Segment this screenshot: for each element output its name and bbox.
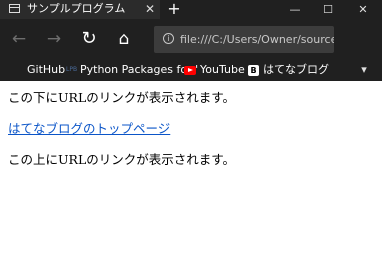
page-icon — [9, 4, 20, 13]
favorite-github[interactable]: GitHub — [27, 59, 65, 81]
page-content: この下にURLのリンクが表示されます。 はてなブログのトップページ この上にUR… — [0, 81, 382, 277]
youtube-icon — [184, 65, 196, 75]
favorites-bar: GitHub LPB Python Packages for ' YouTube … — [0, 59, 382, 81]
forward-button[interactable]: → — [42, 27, 66, 51]
toolbar: ← → ↻ ⌂ i file:///C:/Users/Owner/source/… — [0, 19, 382, 59]
favorite-label: GitHub — [27, 63, 66, 76]
maximize-button[interactable]: ☐ — [313, 0, 343, 19]
favorite-python-packages[interactable]: LPB Python Packages for ' — [66, 59, 198, 81]
tab-active[interactable]: サンプルプログラム ✕ — [0, 0, 160, 19]
window-close-button[interactable]: ✕ — [348, 0, 378, 19]
favorite-label: YouTube — [200, 63, 245, 76]
tab-close-icon[interactable]: ✕ — [142, 0, 158, 19]
minimize-button[interactable]: — — [280, 0, 310, 19]
refresh-button[interactable]: ↻ — [77, 27, 101, 51]
new-tab-button[interactable]: + — [165, 0, 183, 19]
tab-title: サンプルプログラム — [27, 2, 126, 15]
home-button[interactable]: ⌂ — [112, 27, 136, 51]
favorite-youtube[interactable]: YouTube — [184, 59, 245, 81]
address-bar[interactable]: i file:///C:/Users/Owner/source/re — [154, 26, 334, 53]
text-line-below: この上にURLのリンクが表示されます。 — [8, 152, 235, 167]
hatena-blog-icon: B — [248, 64, 259, 76]
favorite-label: はてなブログ — [263, 63, 329, 76]
tab-strip: サンプルプログラム ✕ + — ☐ ✕ — [0, 0, 382, 19]
favorite-hatena-blog[interactable]: B はてなブログ — [248, 59, 329, 81]
pypi-icon: LPB — [66, 66, 78, 73]
info-icon[interactable]: i — [163, 33, 174, 44]
favorite-label: Python Packages for ' — [80, 63, 199, 76]
address-url[interactable]: file:///C:/Users/Owner/source/re — [180, 26, 334, 53]
back-button[interactable]: ← — [7, 27, 31, 51]
hatena-blog-top-link[interactable]: はてなブログのトップページ — [8, 121, 170, 136]
favorites-overflow-chevron-icon[interactable]: ▾ — [356, 59, 372, 81]
text-line-above: この下にURLのリンクが表示されます。 — [8, 90, 235, 105]
